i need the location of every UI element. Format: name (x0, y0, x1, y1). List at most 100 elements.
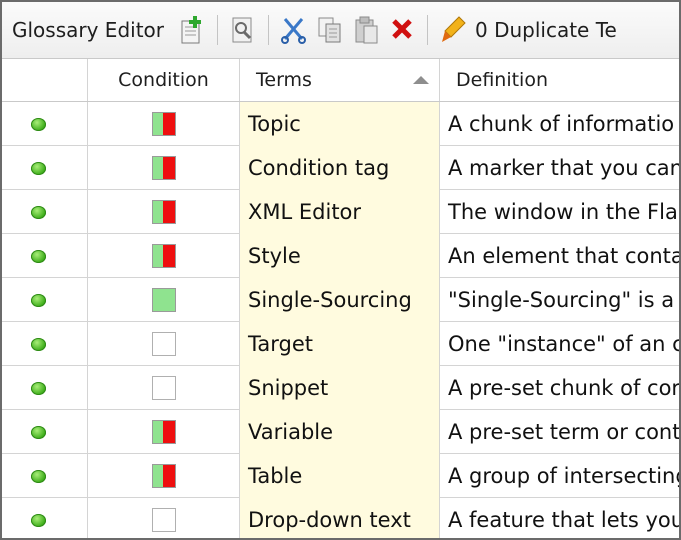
status-cell (2, 410, 88, 454)
column-header-definition[interactable]: Definition (440, 59, 679, 101)
table-row[interactable]: Table A group of intersecting (2, 454, 679, 498)
term-cell[interactable]: Variable (240, 410, 440, 454)
status-ok-icon (31, 425, 46, 439)
status-ok-icon (31, 469, 46, 483)
condition-swatch-icon (151, 464, 176, 488)
column-header-condition[interactable]: Condition (88, 59, 240, 101)
definition-cell[interactable]: The window in the Fla (440, 190, 679, 234)
condition-swatch-icon (151, 156, 176, 180)
definition-cell[interactable]: A pre-set chunk of cor (440, 366, 679, 410)
table-row[interactable]: Single-Sourcing "Single-Sourcing" is a (2, 278, 679, 322)
table-row[interactable]: Target One "instance" of an c (2, 322, 679, 366)
condition-swatch-icon (151, 332, 176, 356)
condition-swatch-icon (151, 420, 176, 444)
condition-swatch-icon (151, 288, 176, 312)
status-cell (2, 366, 88, 410)
condition-swatch-icon (151, 376, 176, 400)
column-header-terms[interactable]: Terms (240, 59, 440, 101)
highlight-duplicates-button[interactable] (436, 13, 470, 47)
condition-cell[interactable] (88, 322, 240, 366)
status-ok-icon (31, 293, 46, 307)
condition-cell[interactable] (88, 454, 240, 498)
term-cell[interactable]: Condition tag (240, 146, 440, 190)
properties-icon (232, 17, 252, 43)
status-cell (2, 498, 88, 538)
condition-cell[interactable] (88, 146, 240, 190)
status-ok-icon (31, 513, 46, 527)
status-cell (2, 278, 88, 322)
condition-cell[interactable] (88, 278, 240, 322)
add-term-icon (181, 16, 201, 44)
status-cell (2, 322, 88, 366)
table-row[interactable]: Snippet A pre-set chunk of cor (2, 366, 679, 410)
table-row[interactable]: Condition tag A marker that you can (2, 146, 679, 190)
cut-button[interactable] (277, 13, 311, 47)
delete-icon (392, 19, 412, 39)
table-header: Condition Terms Definition (2, 59, 679, 102)
toolbar-separator (268, 15, 269, 45)
column-header-label: Definition (456, 69, 549, 91)
toolbar-separator (217, 15, 218, 45)
term-cell[interactable]: Style (240, 234, 440, 278)
condition-swatch-icon (151, 508, 176, 532)
term-cell[interactable]: XML Editor (240, 190, 440, 234)
condition-swatch-icon (151, 200, 176, 224)
properties-button[interactable] (226, 13, 260, 47)
definition-cell[interactable]: One "instance" of an c (440, 322, 679, 366)
condition-cell[interactable] (88, 410, 240, 454)
table-row[interactable]: Variable A pre-set term or cont (2, 410, 679, 454)
toolbar: Glossary Editor 0 Duplicate Te (2, 2, 679, 59)
glossary-table-body: Topic A chunk of informatio Condition tag A… (2, 102, 679, 538)
condition-cell[interactable] (88, 366, 240, 410)
column-header-status[interactable] (2, 59, 88, 101)
term-cell[interactable]: Drop-down text (240, 498, 440, 538)
condition-swatch-icon (151, 112, 176, 136)
definition-cell[interactable]: An element that conta (440, 234, 679, 278)
condition-swatch-icon (151, 244, 176, 268)
status-cell (2, 146, 88, 190)
condition-cell[interactable] (88, 102, 240, 146)
term-cell[interactable]: Single-Sourcing (240, 278, 440, 322)
status-cell (2, 102, 88, 146)
paste-button[interactable] (349, 13, 383, 47)
table-row[interactable]: XML Editor The window in the Fla (2, 190, 679, 234)
definition-cell[interactable]: A marker that you can (440, 146, 679, 190)
status-ok-icon (31, 161, 46, 175)
term-cell[interactable]: Topic (240, 102, 440, 146)
definition-cell[interactable]: A pre-set term or cont (440, 410, 679, 454)
definition-cell[interactable]: A feature that lets you (440, 498, 679, 538)
add-term-button[interactable] (175, 13, 209, 47)
status-ok-icon (31, 205, 46, 219)
delete-button[interactable] (385, 13, 419, 47)
highlight-duplicates-icon (442, 16, 466, 42)
column-header-label: Terms (256, 69, 312, 91)
toolbar-separator (427, 15, 428, 45)
duplicate-terms-count[interactable]: 0 Duplicate Te (475, 18, 617, 42)
table-row[interactable]: Drop-down text A feature that lets you (2, 498, 679, 538)
definition-cell[interactable]: "Single-Sourcing" is a (440, 278, 679, 322)
term-cell[interactable]: Target (240, 322, 440, 366)
status-ok-icon (31, 117, 46, 131)
status-cell (2, 454, 88, 498)
table-row[interactable]: Topic A chunk of informatio (2, 102, 679, 146)
condition-cell[interactable] (88, 190, 240, 234)
cut-icon (281, 18, 306, 44)
condition-cell[interactable] (88, 234, 240, 278)
sort-ascending-icon (413, 76, 429, 84)
status-ok-icon (31, 249, 46, 263)
definition-cell[interactable]: A group of intersecting (440, 454, 679, 498)
status-cell (2, 234, 88, 278)
condition-cell[interactable] (88, 498, 240, 538)
definition-cell[interactable]: A chunk of informatio (440, 102, 679, 146)
editor-title: Glossary Editor (12, 18, 164, 42)
term-cell[interactable]: Snippet (240, 366, 440, 410)
column-header-label: Condition (118, 69, 209, 91)
status-ok-icon (31, 337, 46, 351)
status-ok-icon (31, 381, 46, 395)
term-cell[interactable]: Table (240, 454, 440, 498)
copy-icon (318, 17, 341, 43)
status-cell (2, 190, 88, 234)
copy-button[interactable] (313, 13, 347, 47)
table-row[interactable]: Style An element that conta (2, 234, 679, 278)
glossary-editor-window: Glossary Editor 0 Duplicate Te Condition… (0, 0, 681, 540)
